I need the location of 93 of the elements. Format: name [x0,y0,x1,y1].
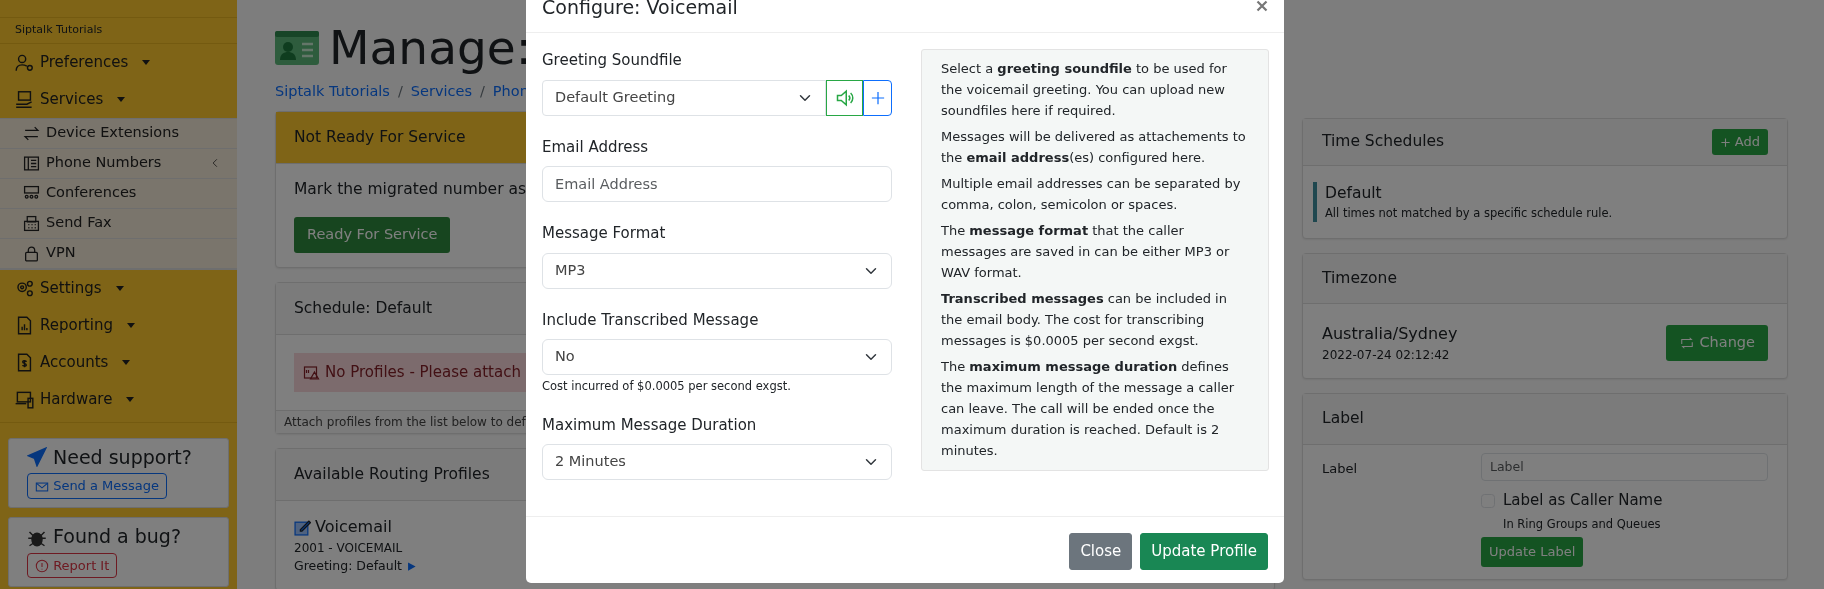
field-label: Message Format [542,223,667,245]
phone-book-icon [23,154,40,172]
card-title: Not Ready For Service [294,126,466,148]
report-document-icon [15,315,34,335]
help-paragraph: Multiple email addresses can be separated by comma, colon, semicolon or spaces. [941,175,1242,215]
schedule-color-bar [1313,181,1317,222]
caret-icon [122,359,131,365]
people-icon [23,184,40,202]
play-sound-button[interactable] [826,79,864,116]
warning-card-icon [302,364,321,381]
field-label: Email Address [542,136,650,158]
sidebar-menu-item[interactable]: Hardware [0,380,237,418]
help-paragraph: Transcribed messages can be included in the email body. The cost for transcribing messages is $0.0005 per second exgst. [941,290,1228,351]
plus-icon [1719,137,1731,148]
add-soundfile-button[interactable] [863,79,892,116]
padlock-icon [23,244,40,262]
profile-number: 2001 - VOICEMAIL [294,540,403,557]
card-text: Mark the migrated number as [294,180,526,198]
user-gear-icon [15,52,34,72]
sidebar-submenu-item[interactable]: Conferences [0,178,237,209]
laptop-hand-icon [15,89,34,109]
change-button[interactable]: Change [1665,325,1768,362]
envelope-icon [35,479,49,494]
support-button[interactable]: Send a Message [27,473,168,499]
sidebar-menu-item[interactable]: Services [0,80,237,118]
close-icon [1256,0,1268,12]
sidebar-menu-item[interactable]: Reporting [0,306,237,344]
organization-name: Siptalk Tutorials [0,17,237,44]
breadcrumb-separator: / [397,82,403,101]
select-field[interactable]: No [542,339,892,376]
bug-title: Found a bug? [53,524,181,549]
exclamation-circle-icon [35,559,49,573]
select-field[interactable]: MP3 [542,252,892,289]
plus-icon [870,90,885,105]
card-title: Timezone [1322,268,1397,289]
fax-icon [23,214,40,232]
edit-icon [294,518,311,536]
contact-card-icon [275,30,319,65]
field-label: Greeting Soundfile [542,50,683,72]
card-title: Label [1322,408,1364,430]
schedule-name: Default [1325,182,1383,204]
update-label-button[interactable]: Update Label [1481,537,1584,567]
profile-greeting: Greeting: Default [294,557,403,575]
field-label: Maximum Message Duration [542,414,758,436]
caret-icon [115,285,124,291]
update-profile-button[interactable]: Update Profile [1140,533,1268,570]
profile-name: Voicemail [315,516,392,538]
bug-button[interactable]: Report It [27,552,118,578]
caret-icon [117,96,126,102]
caret-icon [126,322,135,328]
card-title: Schedule: Default [294,298,432,319]
sidebar-submenu-item[interactable]: Send Fax [0,208,237,239]
timezone-time: 2022-07-24 02:12:42 [1322,347,1451,365]
support-title: Need support? [53,445,192,470]
sidebar-menu-item[interactable]: Accounts [0,343,237,381]
timezone-name: Australia/Sydney [1322,323,1458,346]
ready-button[interactable]: Ready For Service [294,217,451,253]
add-button[interactable]: Add [1711,129,1768,155]
close-button[interactable] [1256,0,1268,12]
help-paragraph: Select a greeting soundfile to be used for the voicemail greeting. You can upload new soundfiles here if required. [941,60,1228,121]
devices-icon [15,389,34,409]
paper-plane-icon [27,447,47,468]
sidebar-menu-item[interactable]: Preferences [0,43,237,81]
sidebar-submenu-item[interactable]: VPN [0,238,237,269]
chevron-left-icon [210,158,220,168]
select-field[interactable]: Default Greeting [542,79,827,116]
caret-icon [126,396,135,402]
card-title: Available Routing Profiles [294,463,490,485]
alert-text: No Profiles - Please attach [325,362,521,384]
schedule-description: All times not matched by a specific schedule rule. [1325,204,1613,222]
dialog-title: Configure: Voicemail [542,0,738,19]
help-paragraph: The message format that the caller messages are saved in can be either MP3 or WAV format. [941,222,1231,283]
invoice-dollar-icon [15,352,34,372]
help-paragraph: Messages will be delivered as attachements to the email address(es) configured here. [941,128,1247,168]
checkbox-label: Label as Caller Name [1503,490,1663,512]
breadcrumb-link[interactable]: Services [410,81,472,103]
label-input[interactable]: Label [1481,452,1768,482]
breadcrumb-link[interactable]: Siptalk Tutorials [275,81,390,103]
sidebar-submenu-item[interactable]: Device Extensions [0,118,237,149]
field-label: Include Transcribed Message [542,309,760,331]
field-label: Label [1322,459,1359,478]
close-button[interactable]: Close [1069,533,1133,570]
caret-icon [142,59,151,65]
email-field[interactable]: Email Address [542,166,892,203]
checkbox-hint: In Ring Groups and Queues [1503,515,1662,533]
sidebar-submenu-item[interactable]: Phone Numbers [0,148,237,179]
repeat-icon [1678,336,1695,351]
card-title: Time Schedules [1322,131,1445,153]
select-field[interactable]: 2 Minutes [542,444,892,481]
breadcrumb-separator: / [479,82,485,101]
arrows-exchange-icon [23,124,40,142]
play-icon [406,560,418,572]
field-help-text: Cost incurred of $0.0005 per second exgst. [542,378,792,396]
